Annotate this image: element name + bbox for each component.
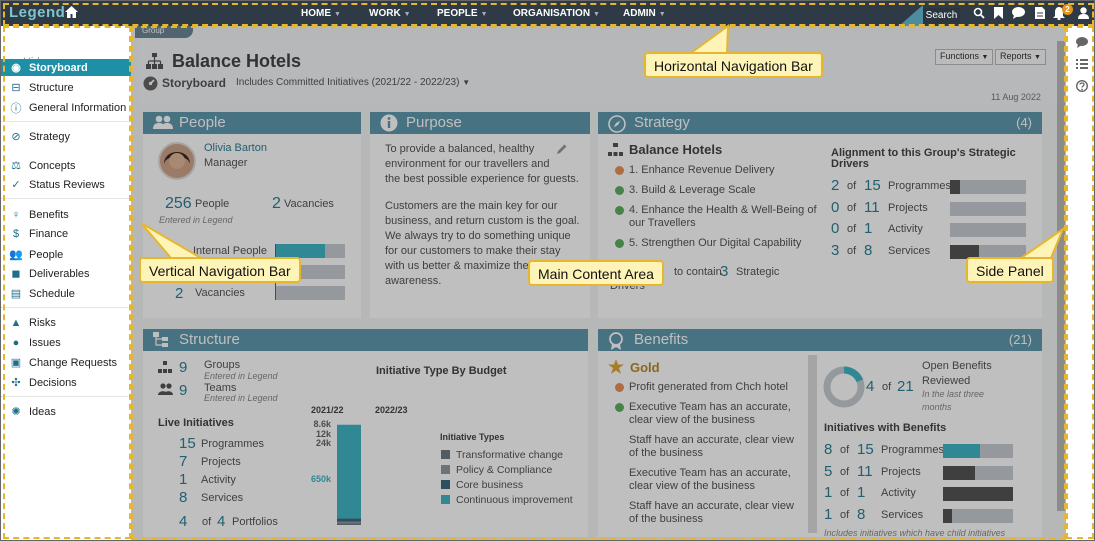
callout-main-content: Main Content Area bbox=[528, 260, 664, 286]
callout-side-panel: Side Panel bbox=[966, 257, 1054, 283]
callout-vertical-nav: Vertical Navigation Bar bbox=[139, 257, 301, 283]
callout-horizontal-nav: Horizontal Navigation Bar bbox=[644, 52, 823, 78]
